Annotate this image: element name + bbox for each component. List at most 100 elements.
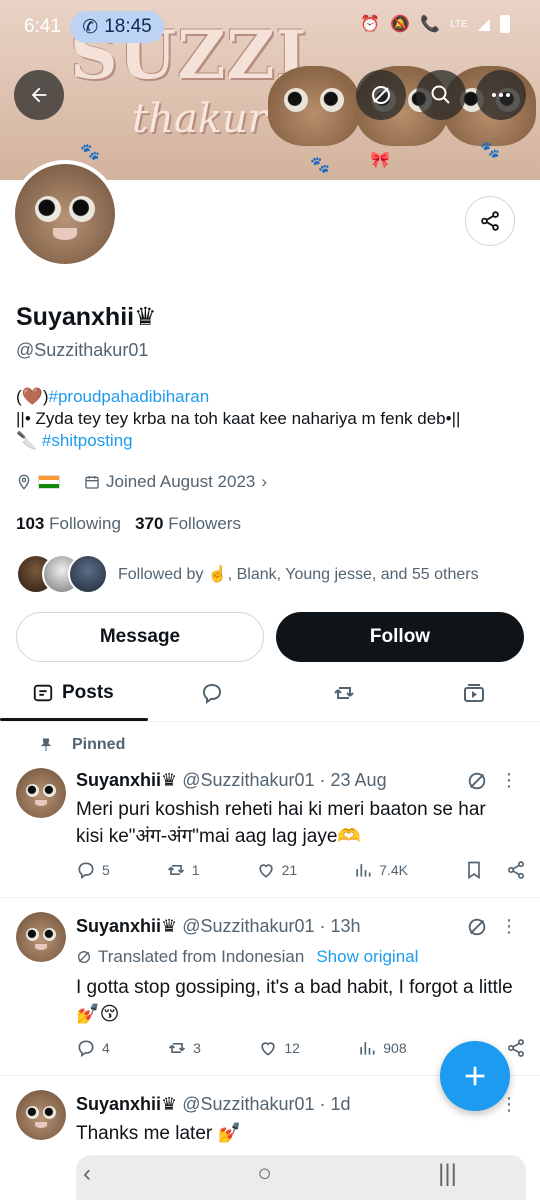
- tweet-meta: @Suzzithakur01 · 23 Aug: [182, 770, 387, 790]
- tweet-author[interactable]: Suyanxhii♛: [76, 916, 177, 936]
- like-count: 21: [281, 862, 298, 878]
- tweet-avatar[interactable]: [16, 912, 66, 962]
- tweet-more-icon[interactable]: ⋮: [500, 770, 518, 791]
- back-arrow-icon: [31, 87, 47, 103]
- tweet-header: Suyanxhii♛ @Suzzithakur01 · 1d: [76, 1094, 351, 1115]
- tweet-meta: @Suzzithakur01 · 13h: [182, 916, 361, 936]
- wifi-call-icon: 📞: [420, 16, 441, 33]
- media-icon: [464, 684, 484, 702]
- nav-home-icon[interactable]: ○: [257, 1160, 272, 1188]
- banner-subtitle: thakur: [132, 96, 267, 142]
- tweet-header: Suyanxhii♛ @Suzzithakur01 · 13h: [76, 916, 361, 937]
- bio-line-prefix: 🔪: [16, 431, 42, 450]
- tweet-author[interactable]: Suyanxhii♛: [76, 1094, 177, 1114]
- followers-label[interactable]: Followers: [168, 514, 241, 533]
- tab-posts[interactable]: Posts: [32, 666, 114, 720]
- call-time: 18:45: [104, 16, 152, 37]
- hashtag-link[interactable]: #proudpahadibiharan: [49, 387, 210, 406]
- signal-icon: ◢: [477, 16, 490, 33]
- followers-count[interactable]: 370: [135, 514, 163, 533]
- followed-by-text: Followed by ☝️, Blank, Young jesse, and …: [118, 566, 479, 583]
- bookmark-icon[interactable]: [464, 860, 484, 880]
- bio-prefix: (🤎): [16, 387, 49, 406]
- heart-icon: [258, 864, 273, 878]
- ongoing-call-pill[interactable]: ✆ 18:45: [70, 11, 164, 43]
- following-count[interactable]: 103: [16, 514, 44, 533]
- status-time: 6:41: [24, 16, 61, 37]
- tweet-avatar[interactable]: [16, 768, 66, 818]
- tweet-actions: 5 1 21 7.4K: [76, 860, 526, 880]
- views-icon: [360, 1042, 375, 1055]
- tweet-more-icon[interactable]: ⋮: [500, 916, 518, 937]
- profile-tabs: Posts: [0, 666, 540, 722]
- tab-replies[interactable]: [200, 666, 224, 720]
- tweet-meta: @Suzzithakur01 · 1d: [182, 1094, 351, 1114]
- tweet-author[interactable]: Suyanxhii♛: [76, 770, 177, 790]
- tweet-text: Meri puri koshish reheti hai ki meri baa…: [76, 799, 486, 847]
- posts-icon: [33, 684, 53, 702]
- follower-avatar: [68, 554, 108, 594]
- reply-count: 5: [102, 862, 110, 878]
- show-original-link[interactable]: Show original: [316, 947, 418, 967]
- grok-icon: [372, 86, 390, 104]
- network-label: LTE: [450, 18, 468, 30]
- compose-post-button[interactable]: [440, 1041, 510, 1111]
- views-button[interactable]: 7.4K: [353, 860, 408, 880]
- like-button[interactable]: 21: [256, 860, 298, 880]
- hashtag-link[interactable]: #shitposting: [42, 431, 133, 450]
- reply-icon: [78, 1040, 94, 1058]
- translation-notice: Translated from Indonesian Show original: [76, 947, 418, 967]
- follow-stats: 103 Following 370 Followers: [16, 514, 241, 534]
- grok-icon[interactable]: [466, 770, 488, 792]
- reply-count: 4: [102, 1040, 110, 1056]
- joined-date[interactable]: Joined August 2023: [106, 472, 255, 492]
- tweet-avatar[interactable]: [16, 1090, 66, 1140]
- tab-posts-label: Posts: [62, 682, 114, 703]
- more-options-button[interactable]: [476, 70, 526, 120]
- profile-bio: (🤎)#proudpahadibiharan ||• Zyda tey tey …: [16, 386, 526, 452]
- tab-reposts[interactable]: [332, 666, 356, 720]
- chevron-right-icon[interactable]: ›: [261, 472, 267, 492]
- reply-button[interactable]: 5: [76, 860, 110, 880]
- heart-icon: [261, 1042, 275, 1056]
- grok-icon[interactable]: [466, 916, 488, 938]
- profile-name: Suyanxhii♛: [16, 303, 157, 331]
- active-tab-indicator: [0, 718, 148, 721]
- repost-icon: [167, 865, 184, 875]
- following-label[interactable]: Following: [49, 514, 121, 533]
- repost-count: 1: [191, 862, 200, 878]
- profile-avatar[interactable]: [11, 160, 119, 268]
- tweet-text: Thanks me later 💅: [76, 1123, 242, 1144]
- share-icon[interactable]: [506, 860, 526, 880]
- repost-icon: [169, 1043, 186, 1053]
- like-count: 12: [284, 1040, 300, 1056]
- profile-handle: @Suzzithakur01: [16, 340, 149, 360]
- views-icon: [356, 864, 371, 877]
- search-button[interactable]: [416, 70, 466, 120]
- repost-button[interactable]: 3: [167, 1038, 201, 1058]
- india-flag-icon: [38, 475, 60, 489]
- repost-button[interactable]: 1: [166, 860, 200, 880]
- grok-icon: [78, 951, 90, 963]
- tab-media[interactable]: [462, 666, 486, 720]
- tweet-text: I gotta stop gossiping, it's a bad habit…: [76, 977, 513, 1025]
- grok-button[interactable]: [356, 70, 406, 120]
- more-dots-icon: [492, 93, 510, 97]
- view-count: 7.4K: [379, 862, 408, 878]
- share-icon[interactable]: [506, 1038, 526, 1058]
- follow-button[interactable]: Follow: [276, 612, 524, 662]
- banner-cat-image: [268, 66, 360, 146]
- like-button[interactable]: 12: [258, 1038, 300, 1058]
- nav-back-icon[interactable]: ‹: [83, 1160, 91, 1188]
- reply-button[interactable]: 4: [76, 1038, 110, 1058]
- pinned-indicator: Pinned: [38, 736, 125, 754]
- nav-recents-icon[interactable]: |||: [438, 1160, 457, 1188]
- battery-icon: [500, 15, 510, 33]
- back-button[interactable]: [14, 70, 64, 120]
- message-button[interactable]: Message: [16, 612, 264, 662]
- search-icon: [431, 85, 450, 104]
- share-profile-button[interactable]: [465, 196, 515, 246]
- views-button[interactable]: 908: [357, 1038, 407, 1058]
- status-bar: 6:41 ✆ 18:45 ⏰ 🔕 📞 LTE ◢: [0, 0, 540, 56]
- followed-by-row[interactable]: Followed by ☝️, Blank, Young jesse, and …: [16, 554, 479, 594]
